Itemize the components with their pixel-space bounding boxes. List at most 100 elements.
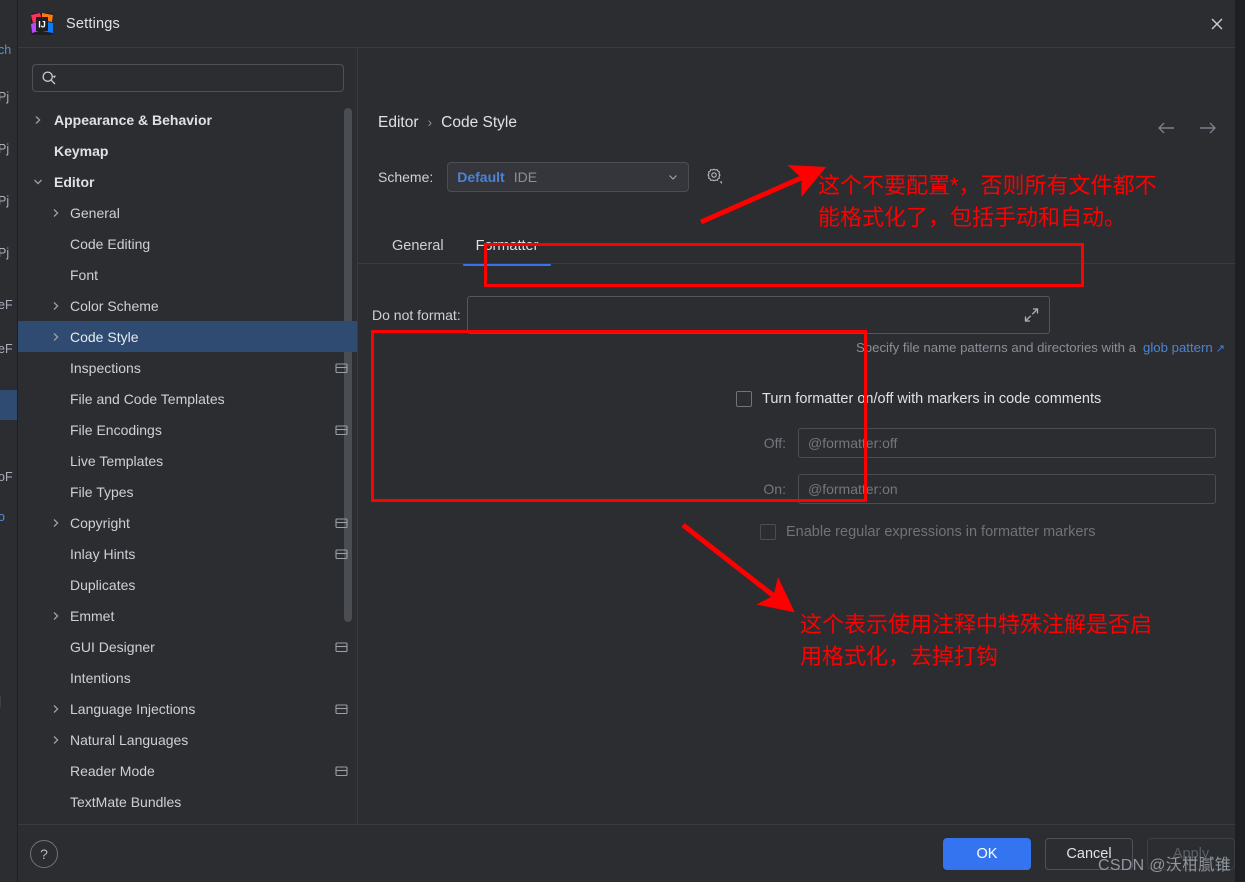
sidebar-item-color-scheme[interactable]: Color Scheme [18, 290, 358, 321]
sidebar-item-label: File Encodings [70, 421, 162, 438]
chevron-right-icon[interactable] [48, 329, 64, 345]
bg-fragment: o [0, 510, 5, 524]
csdn-watermark: CSDN @沃柑腻锥 [1097, 857, 1231, 874]
glob-link-label: glob pattern [1143, 340, 1213, 355]
sidebar-item-font[interactable]: Font [18, 259, 358, 290]
sidebar-item-label: Intentions [70, 669, 131, 686]
tabs-underline [358, 263, 1245, 264]
settings-content-pane: Editor › Code Style Scheme: Default IDE … [358, 48, 1245, 824]
settings-dialog: IJ Settings Appearance & Behavior Keymap… [18, 0, 1245, 882]
annotation-note-2: 这个表示使用注释中特殊注解是否启 用格式化，去掉打钩 [800, 612, 1153, 669]
chevron-right-icon[interactable] [48, 298, 64, 314]
sidebar-item-label: Code Editing [70, 235, 151, 252]
bg-fragment: eF [0, 342, 13, 356]
sidebar-item-label: Inspections [70, 359, 141, 376]
bg-fragment: Pj [0, 90, 10, 104]
sidebar-item-file-encodings[interactable]: File Encodings [18, 414, 358, 445]
bg-fragment: eF [0, 298, 13, 312]
sidebar-item-label: Keymap [54, 142, 109, 159]
project-scope-icon [335, 547, 348, 560]
do-not-format-field[interactable] [466, 296, 1050, 334]
close-icon[interactable] [1203, 10, 1231, 38]
sidebar-item-live-templates[interactable]: Live Templates [18, 445, 358, 476]
breadcrumb-parent[interactable]: Editor [378, 114, 419, 132]
sidebar-item-keymap[interactable]: Keymap [18, 135, 358, 166]
gear-icon[interactable] [703, 166, 725, 188]
project-scope-icon [335, 764, 348, 777]
formatter-on-row: On: [736, 474, 1216, 504]
bg-fragment: oF [0, 470, 13, 484]
project-scope-icon [335, 361, 348, 374]
tab-label: Formatter [475, 238, 539, 254]
search-input[interactable] [57, 70, 335, 86]
chevron-down-icon[interactable] [30, 174, 46, 190]
ok-button[interactable]: OK [943, 837, 1031, 870]
tab-formatter[interactable]: Formatter [460, 228, 555, 266]
glob-pattern-link[interactable]: glob pattern ↗ [1143, 340, 1225, 355]
background-ide-strip: ch Pj Pj Pj Pj eF eF oF o | [0, 0, 18, 882]
sidebar-item-label: Code Style [70, 328, 139, 345]
sidebar-item-label: Color Scheme [70, 297, 159, 314]
sidebar-item-reader-mode[interactable]: Reader Mode [18, 755, 358, 786]
expand-diagonal-icon[interactable] [1023, 307, 1040, 324]
sidebar-item-appearance-behavior[interactable]: Appearance & Behavior [18, 104, 358, 135]
chevron-right-icon[interactable] [48, 515, 64, 531]
sidebar-item-label: File and Code Templates [70, 390, 225, 407]
formatter-on-input[interactable] [808, 481, 1206, 497]
sidebar-item-inspections[interactable]: Inspections [18, 352, 358, 383]
bg-fragment: Pj [0, 246, 10, 260]
sidebar-item-code-style[interactable]: Code Style [18, 321, 358, 352]
do-not-format-input[interactable] [475, 307, 1015, 323]
sidebar-item-code-editing[interactable]: Code Editing [18, 228, 358, 259]
breadcrumb-current: Code Style [441, 114, 517, 131]
tab-general[interactable]: General [376, 228, 460, 264]
bg-fragment: | [0, 694, 1, 708]
arrow-left-icon[interactable] [1155, 118, 1177, 138]
formatter-off-field[interactable] [798, 428, 1216, 458]
sidebar-item-emmet[interactable]: Emmet [18, 600, 358, 631]
sidebar-item-language-injections[interactable]: Language Injections [18, 693, 358, 724]
settings-dialog-screen: ch Pj Pj Pj Pj eF eF oF o | IJ S [0, 0, 1245, 882]
sidebar-item-label: Copyright [70, 514, 130, 531]
chevron-right-icon[interactable] [30, 112, 46, 128]
turn-formatter-markers-row[interactable]: Turn formatter on/off with markers in co… [736, 386, 1216, 412]
bg-fragment: ch [0, 43, 12, 57]
sidebar-item-file-types[interactable]: File Types [18, 476, 358, 507]
sidebar-item-inlay-hints[interactable]: Inlay Hints [18, 538, 358, 569]
svg-text:IJ: IJ [38, 19, 46, 29]
arrow-right-icon[interactable] [1197, 118, 1219, 138]
question-mark-icon[interactable]: ? [30, 839, 58, 868]
enable-regex-label: Enable regular expressions in formatter … [786, 524, 1096, 540]
formatter-off-input[interactable] [808, 435, 1206, 451]
chevron-right-icon[interactable] [48, 732, 64, 748]
sidebar-item-gui-designer[interactable]: GUI Designer [18, 631, 358, 662]
chevron-right-icon[interactable] [48, 205, 64, 221]
scheme-select[interactable]: Default IDE [447, 162, 690, 192]
sidebar-item-label: Appearance & Behavior [54, 111, 212, 128]
scheme-row: Scheme: Default IDE [378, 162, 725, 192]
sidebar-item-label: Natural Languages [70, 731, 189, 748]
external-link-icon: ↗ [1212, 343, 1225, 355]
chevron-right-icon[interactable] [48, 608, 64, 624]
sidebar-item-duplicates[interactable]: Duplicates [18, 569, 358, 600]
sidebar-item-label: GUI Designer [70, 638, 155, 655]
chevron-right-icon[interactable] [48, 701, 64, 717]
sidebar-item-file-and-code-templates[interactable]: File and Code Templates [18, 383, 358, 414]
search-box[interactable] [32, 64, 344, 92]
sidebar-item-textmate-bundles[interactable]: TextMate Bundles [18, 786, 358, 817]
sidebar-item-copyright[interactable]: Copyright [18, 507, 358, 538]
sidebar-item-intentions[interactable]: Intentions [18, 662, 358, 693]
enable-regex-row[interactable]: Enable regular expressions in formatter … [736, 524, 1216, 540]
sidebar-item-natural-languages[interactable]: Natural Languages [18, 724, 358, 755]
sidebar-item-label: File Types [70, 483, 134, 500]
sidebar-item-label: General [70, 204, 120, 221]
project-scope-icon [335, 640, 348, 653]
sidebar-item-general[interactable]: General [18, 197, 358, 228]
search-wrapper [18, 48, 358, 102]
sidebar-item-label: Font [70, 266, 99, 283]
sidebar-item-editor[interactable]: Editor [18, 166, 358, 197]
turn-formatter-markers-checkbox[interactable] [736, 391, 752, 407]
enable-regex-checkbox[interactable] [760, 524, 776, 540]
formatter-on-field[interactable] [798, 474, 1216, 504]
scheme-label: Scheme: [378, 169, 434, 185]
